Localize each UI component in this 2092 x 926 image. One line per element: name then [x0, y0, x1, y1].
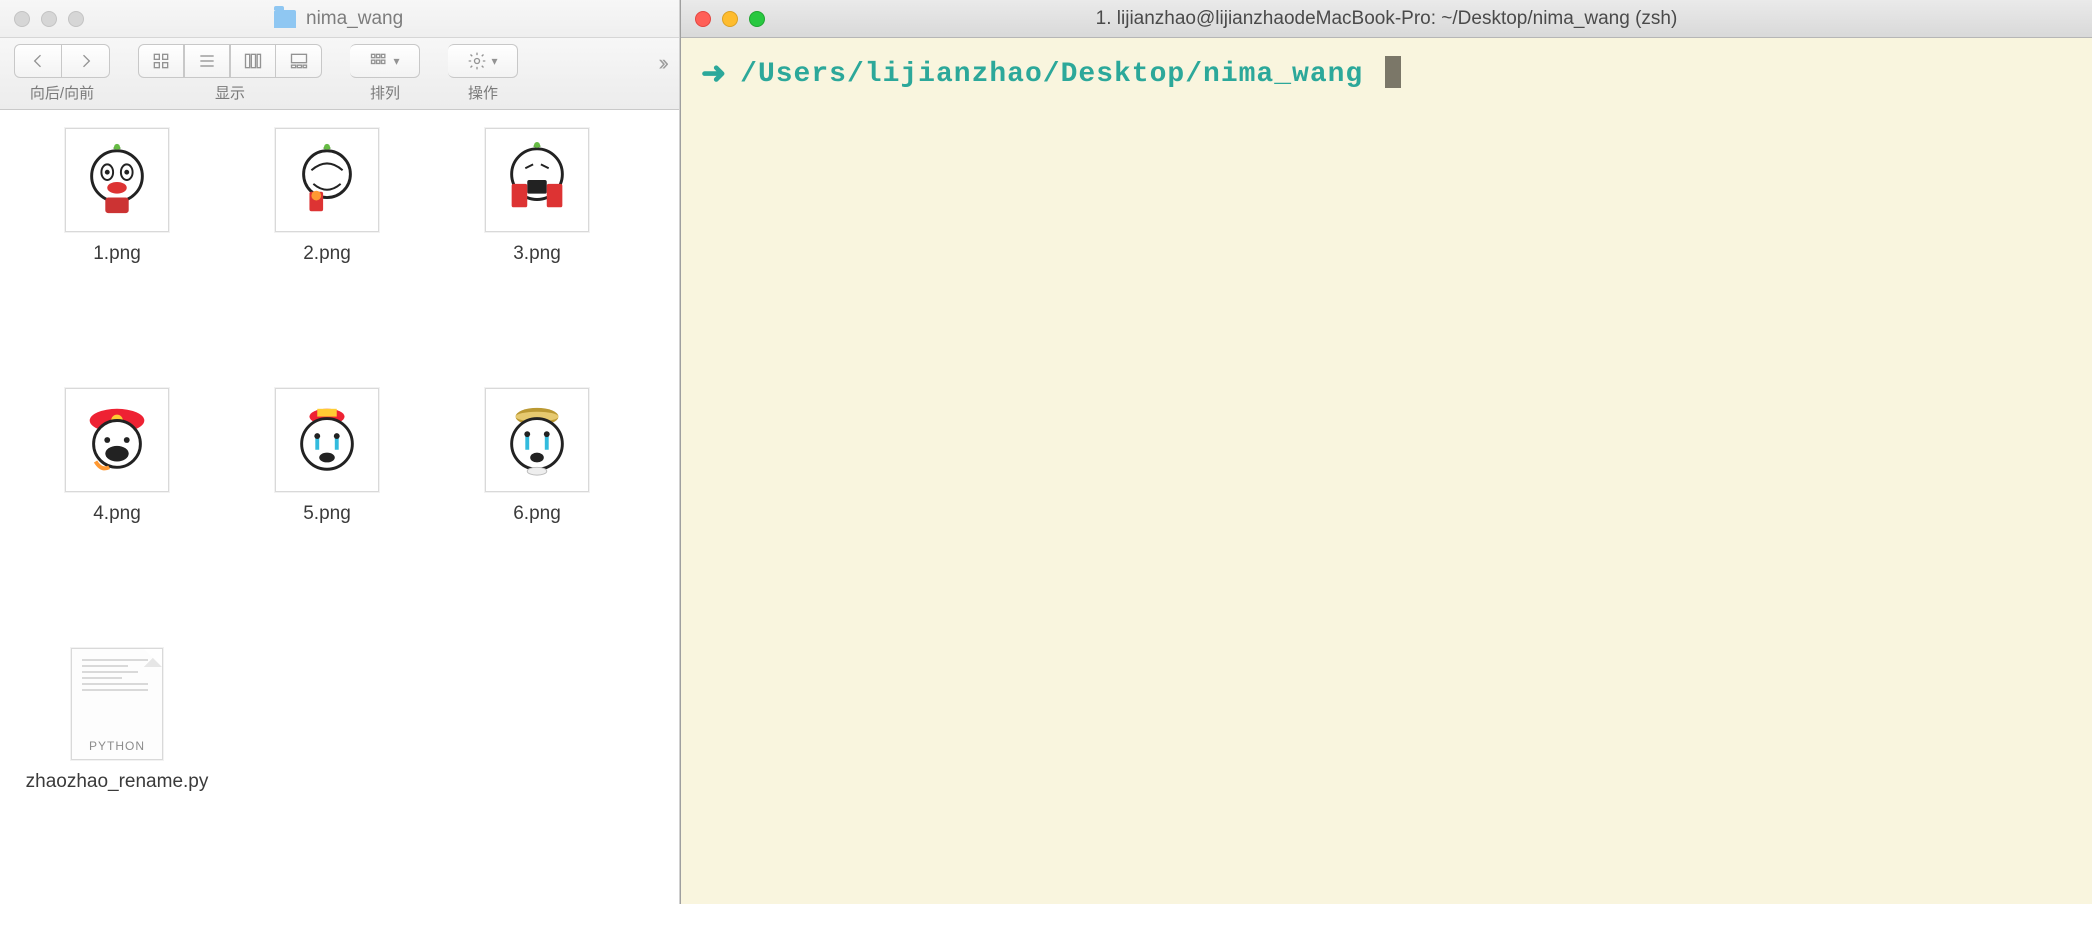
terminal-body[interactable]: ➜ /Users/lijianzhao/Desktop/nima_wang: [681, 38, 2092, 115]
image-thumbnail: [275, 388, 379, 492]
image-thumbnail: [485, 388, 589, 492]
prompt-arrow-icon: ➜: [701, 56, 726, 97]
list-icon: [197, 51, 217, 71]
back-button[interactable]: [14, 44, 62, 78]
finder-file-grid: 1.png 2.png 3.png 4.png 5.png: [0, 110, 679, 926]
terminal-window: 1. lijianzhao@lijianzhaodeMacBook-Pro: ~…: [680, 0, 2092, 904]
file-name: 3.png: [513, 242, 561, 267]
chevron-down-icon: ▾: [491, 54, 497, 68]
zoom-button[interactable]: [749, 11, 765, 27]
nav-label: 向后/向前: [30, 82, 94, 103]
image-thumbnail: [485, 128, 589, 232]
chevron-left-icon: [28, 51, 48, 71]
finder-toolbar: 向后/向前: [0, 38, 679, 110]
nav-group: 向后/向前: [14, 44, 110, 103]
grid-icon: [151, 51, 171, 71]
zoom-button[interactable]: [68, 11, 84, 27]
file-item[interactable]: 3.png: [432, 128, 642, 388]
minimize-button[interactable]: [41, 11, 57, 27]
icon-view-button[interactable]: [138, 44, 184, 78]
finder-traffic-lights: [14, 11, 84, 27]
gear-icon: [467, 51, 487, 71]
arrange-label: 排列: [370, 82, 400, 103]
file-item[interactable]: 1.png: [12, 128, 222, 388]
file-name: 5.png: [303, 502, 351, 527]
terminal-window-title: 1. lijianzhao@lijianzhaodeMacBook-Pro: ~…: [681, 8, 2092, 30]
file-name: zhaozhao_rename.py: [26, 770, 209, 795]
image-thumbnail: [65, 128, 169, 232]
gallery-view-button[interactable]: [276, 44, 322, 78]
view-label: 显示: [215, 82, 245, 103]
prompt-cwd: /Users/lijianzhao/Desktop/nima_wang: [740, 56, 1363, 94]
column-view-button[interactable]: [230, 44, 276, 78]
action-button[interactable]: ▾: [448, 44, 518, 78]
gallery-icon: [289, 51, 309, 71]
file-name: 2.png: [303, 242, 351, 267]
image-thumbnail: [275, 128, 379, 232]
finder-window-title: nima_wang: [306, 8, 403, 30]
terminal-titlebar: 1. lijianzhao@lijianzhaodeMacBook-Pro: ~…: [681, 0, 2092, 38]
file-name: 6.png: [513, 502, 561, 527]
file-name: 4.png: [93, 502, 141, 527]
text-cursor: [1385, 56, 1401, 88]
action-label: 操作: [468, 82, 498, 103]
python-file-icon: PYTHON: [71, 648, 163, 760]
close-button[interactable]: [695, 11, 711, 27]
folder-icon: [274, 10, 296, 28]
chevron-right-icon: [76, 51, 96, 71]
python-badge: PYTHON: [89, 739, 145, 753]
arrange-button[interactable]: ▾: [350, 44, 420, 78]
file-item[interactable]: 4.png: [12, 388, 222, 648]
terminal-traffic-lights: [695, 11, 765, 27]
file-name: 1.png: [93, 242, 141, 267]
arrange-group: ▾ 排列: [350, 44, 420, 103]
file-item[interactable]: 5.png: [222, 388, 432, 648]
minimize-button[interactable]: [722, 11, 738, 27]
view-group: 显示: [138, 44, 322, 103]
chevron-down-icon: ▾: [393, 54, 399, 68]
finder-titlebar: nima_wang: [0, 0, 679, 38]
columns-icon: [243, 51, 263, 71]
finder-window: nima_wang 向后/向前: [0, 0, 680, 904]
toolbar-overflow[interactable]: ››: [658, 44, 665, 76]
forward-button[interactable]: [62, 44, 110, 78]
list-view-button[interactable]: [184, 44, 230, 78]
close-button[interactable]: [14, 11, 30, 27]
file-item[interactable]: 2.png: [222, 128, 432, 388]
image-thumbnail: [65, 388, 169, 492]
file-item[interactable]: 6.png: [432, 388, 642, 648]
file-item[interactable]: PYTHON zhaozhao_rename.py: [12, 648, 222, 908]
arrange-icon: [369, 51, 389, 71]
action-group: ▾ 操作: [448, 44, 518, 103]
